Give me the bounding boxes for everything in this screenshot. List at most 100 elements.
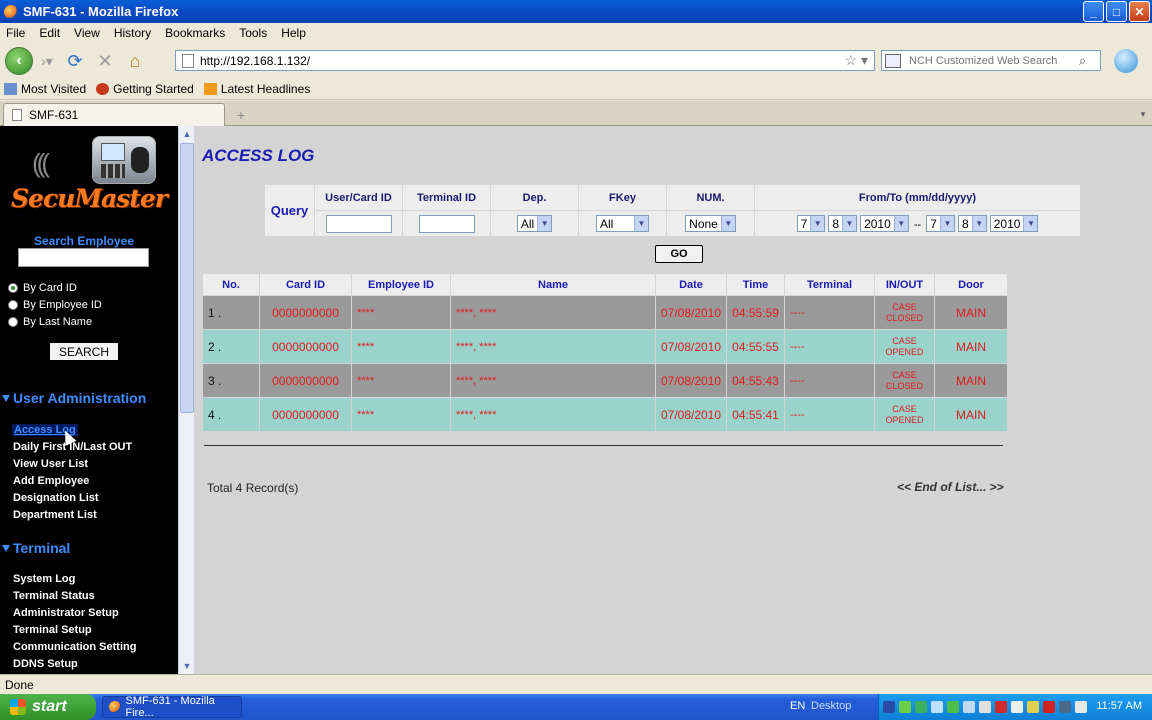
minimize-button[interactable]: _ xyxy=(1083,1,1104,22)
bookmark-most-visited[interactable]: Most Visited xyxy=(4,82,86,96)
menu-history[interactable]: History xyxy=(114,26,151,40)
menu-view[interactable]: View xyxy=(74,26,100,40)
menu-bar: File Edit View History Bookmarks Tools H… xyxy=(0,23,1152,43)
to-day-select[interactable]: 8 ▼ xyxy=(957,215,987,232)
stop-icon[interactable]: ✕ xyxy=(93,49,117,73)
address-bar[interactable]: http://192.168.1.132/ ☆ ▾ xyxy=(175,50,875,71)
window-title: SMF-631 - Mozilla Firefox xyxy=(23,4,179,19)
go-button[interactable]: GO xyxy=(655,245,703,263)
url-text: http://192.168.1.132/ xyxy=(200,53,311,68)
menu-edit[interactable]: Edit xyxy=(39,26,60,40)
fkey-select[interactable]: All ▼ xyxy=(596,215,649,232)
from-day-select[interactable]: 8 ▼ xyxy=(828,215,857,232)
link-daily-first-in-last-out[interactable]: Daily First IN/Last OUT xyxy=(13,441,132,453)
tray-icon[interactable] xyxy=(947,701,959,713)
tray-icon[interactable] xyxy=(931,701,943,713)
scrollbar-thumb[interactable] xyxy=(180,143,194,413)
tray-icon[interactable] xyxy=(1027,701,1039,713)
tray-icon[interactable] xyxy=(995,701,1007,713)
tab-list-menu-button[interactable]: ▾ xyxy=(1136,105,1150,123)
menu-tools[interactable]: Tools xyxy=(239,26,267,40)
maximize-button[interactable]: □ xyxy=(1106,1,1127,22)
section-terminal[interactable]: Terminal xyxy=(2,540,70,556)
taskbar-firefox-window[interactable]: SMF-631 - Mozilla Fire... xyxy=(102,695,242,719)
gmail-icon[interactable] xyxy=(1043,701,1055,713)
tray-icon[interactable] xyxy=(883,701,895,713)
radio-button[interactable] xyxy=(8,300,18,310)
scroll-up-arrow-icon[interactable]: ▲ xyxy=(179,126,195,142)
table-row[interactable]: 3 . 0000000000 **** ****, **** 07/08/201… xyxy=(202,363,1008,398)
link-department-list[interactable]: Department List xyxy=(13,509,97,521)
menu-help[interactable]: Help xyxy=(281,26,306,40)
tray-icon[interactable] xyxy=(915,701,927,713)
table-row[interactable]: 4 . 0000000000 **** ****, **** 07/08/201… xyxy=(202,397,1008,432)
tray-icon[interactable] xyxy=(1011,701,1023,713)
link-ddns-setup[interactable]: DDNS Setup xyxy=(13,658,78,670)
reload-icon[interactable]: ⟳ xyxy=(63,49,87,73)
from-month-select[interactable]: 7 ▼ xyxy=(796,215,826,232)
desktop-toolbar[interactable]: Desktop xyxy=(811,700,851,712)
user-card-id-input[interactable] xyxy=(325,214,392,233)
header-terminal-id: Terminal ID xyxy=(402,184,491,211)
link-terminal-setup[interactable]: Terminal Setup xyxy=(13,624,92,636)
bookmark-star-icon[interactable]: ☆ ▾ xyxy=(845,52,868,69)
bookmark-latest-headlines[interactable]: Latest Headlines xyxy=(203,82,310,96)
search-engine-icon[interactable] xyxy=(885,53,901,68)
dep-select[interactable]: All ▼ xyxy=(516,215,553,232)
scroll-down-arrow-icon[interactable]: ▼ xyxy=(179,658,195,674)
tray-icon[interactable] xyxy=(963,701,975,713)
radio-button[interactable] xyxy=(8,317,18,327)
bookmark-getting-started[interactable]: Getting Started xyxy=(96,82,194,96)
radio-by-last-name[interactable]: By Last Name xyxy=(8,316,92,328)
col-in-out: IN/OUT xyxy=(874,273,935,296)
addon-globe-icon[interactable] xyxy=(1114,49,1138,73)
terminal-id-input[interactable] xyxy=(418,214,475,233)
radio-button[interactable] xyxy=(8,283,18,293)
tray-icon[interactable] xyxy=(1075,701,1087,713)
tray-icon[interactable] xyxy=(979,701,991,713)
end-of-list-nav[interactable]: << End of List... >> xyxy=(897,480,1004,494)
date-range-separator: -- xyxy=(913,218,922,231)
to-year-select[interactable]: 2010 ▼ xyxy=(989,215,1039,232)
menu-file[interactable]: File xyxy=(6,26,25,40)
language-indicator[interactable]: EN xyxy=(790,700,805,712)
windows-taskbar: start SMF-631 - Mozilla Fire... EN Deskt… xyxy=(0,694,1152,720)
search-input[interactable] xyxy=(909,54,1079,67)
windows-logo-icon xyxy=(10,699,26,715)
home-icon[interactable]: ⌂ xyxy=(123,49,147,73)
new-tab-button[interactable]: + xyxy=(229,105,253,124)
forward-button[interactable]: ›▾ xyxy=(37,51,57,71)
table-row[interactable]: 1 . 0000000000 **** ****, **** 07/08/201… xyxy=(202,295,1008,330)
table-row[interactable]: 2 . 0000000000 **** ****, **** 07/08/201… xyxy=(202,329,1008,364)
web-search-box[interactable]: ⌕ xyxy=(881,50,1101,71)
link-view-user-list[interactable]: View User List xyxy=(13,458,88,470)
header-dep: Dep. xyxy=(490,184,579,211)
link-system-log[interactable]: System Log xyxy=(13,573,75,585)
link-designation-list[interactable]: Designation List xyxy=(13,492,99,504)
tray-icon[interactable] xyxy=(1059,701,1071,713)
search-icon[interactable]: ⌕ xyxy=(1079,53,1086,69)
section-user-administration[interactable]: User Administration xyxy=(2,390,146,406)
link-administrator-setup[interactable]: Administrator Setup xyxy=(13,607,119,619)
dropdown-arrow-icon: ▼ xyxy=(720,216,735,231)
query-form: Query User/Card ID Terminal ID Dep. FKey… xyxy=(264,184,1081,237)
sidebar-scrollbar[interactable]: ▲ ▼ xyxy=(178,126,194,674)
radio-by-card-id[interactable]: By Card ID xyxy=(8,282,77,294)
num-select[interactable]: None ▼ xyxy=(685,215,736,232)
from-year-select[interactable]: 2010 ▼ xyxy=(860,215,909,232)
to-month-select[interactable]: 7 ▼ xyxy=(926,215,955,232)
col-terminal: Terminal xyxy=(784,273,875,296)
back-button[interactable]: ‹ xyxy=(5,47,33,75)
link-communication-setting[interactable]: Communication Setting xyxy=(13,641,136,653)
radio-by-employee-id[interactable]: By Employee ID xyxy=(8,299,102,311)
start-button[interactable]: start xyxy=(0,694,96,720)
close-button[interactable]: ✕ xyxy=(1129,1,1150,22)
employee-search-button[interactable]: SEARCH xyxy=(49,342,119,361)
employee-search-input[interactable] xyxy=(18,248,149,267)
col-date: Date xyxy=(655,273,727,296)
link-terminal-status[interactable]: Terminal Status xyxy=(13,590,95,602)
tray-icon[interactable] xyxy=(899,701,911,713)
menu-bookmarks[interactable]: Bookmarks xyxy=(165,26,225,40)
tab-smf-631[interactable]: SMF-631 xyxy=(3,103,225,126)
link-add-employee[interactable]: Add Employee xyxy=(13,475,89,487)
